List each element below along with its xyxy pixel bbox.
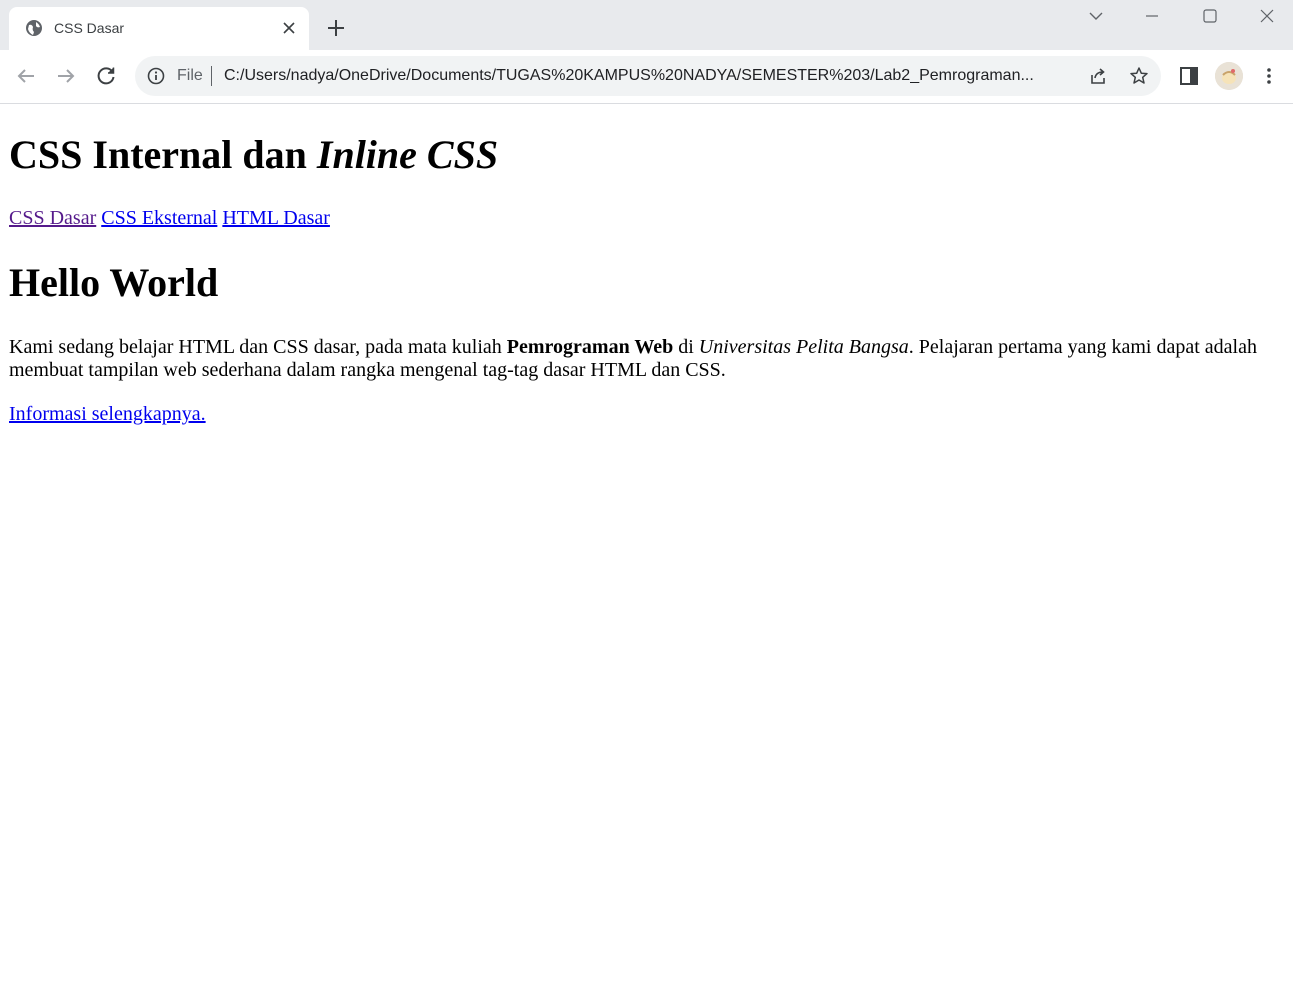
share-icon[interactable] [1088,66,1108,86]
more-info-link[interactable]: Informasi selengkapnya. [9,403,206,425]
maximize-icon[interactable] [1199,5,1221,27]
more-menu-icon[interactable] [1259,66,1279,86]
page-viewport: CSS Internal dan Inline CSS CSS Dasar CS… [0,104,1293,987]
back-arrow-icon[interactable] [14,64,38,88]
paragraph-bold: Pemrograman Web [506,336,674,358]
more-info-paragraph: Informasi selengkapnya. [9,402,1279,426]
reload-icon[interactable] [94,64,118,88]
nav-link-css-dasar[interactable]: CSS Dasar [9,207,96,229]
close-tab-icon[interactable] [281,20,297,36]
nav-link-html-dasar[interactable]: HTML Dasar [222,207,330,229]
bookmark-star-icon[interactable] [1129,66,1149,86]
address-bar[interactable]: File C:/Users/nadya/OneDrive/Documents/T… [135,56,1161,96]
profile-avatar[interactable] [1215,62,1243,90]
new-tab-icon[interactable] [325,17,347,39]
tab-strip: CSS Dasar [0,0,1293,50]
avatar-picture [1215,62,1243,90]
url-separator [211,66,212,86]
side-panel-icon[interactable] [1179,66,1199,86]
info-icon[interactable] [147,67,165,85]
section-heading: Hello World [9,260,219,305]
url-scheme-label: File [177,67,203,84]
nav-links: CSS Dasar CSS Eksternal HTML Dasar [9,206,1279,230]
page-content: CSS Internal dan Inline CSS CSS Dasar CS… [9,104,1279,426]
forward-arrow-icon[interactable] [54,64,78,88]
paragraph-text-1: Kami sedang belajar HTML dan CSS dasar, … [9,336,507,358]
description-paragraph: Kami sedang belajar HTML dan CSS dasar, … [9,336,1279,382]
page-title-text: CSS Internal dan [9,132,317,177]
page-title-italic: Inline CSS [316,132,499,177]
nav-link-css-eksternal[interactable]: CSS Eksternal [101,207,217,229]
browser-toolbar: File C:/Users/nadya/OneDrive/Documents/T… [0,50,1293,104]
url-text[interactable]: C:/Users/nadya/OneDrive/Documents/TUGAS%… [224,67,1074,85]
page-title: CSS Internal dan Inline CSS [9,132,1279,178]
minimize-icon[interactable] [1141,5,1163,27]
paragraph-text-2: di [673,336,699,358]
close-window-icon[interactable] [1256,5,1278,27]
paragraph-italic: Universitas Pelita Bangsa [698,336,909,358]
tab-title: CSS Dasar [54,20,125,36]
browser-tab[interactable]: CSS Dasar [9,7,309,50]
globe-icon [26,20,42,36]
tab-search-icon[interactable] [1085,5,1107,27]
